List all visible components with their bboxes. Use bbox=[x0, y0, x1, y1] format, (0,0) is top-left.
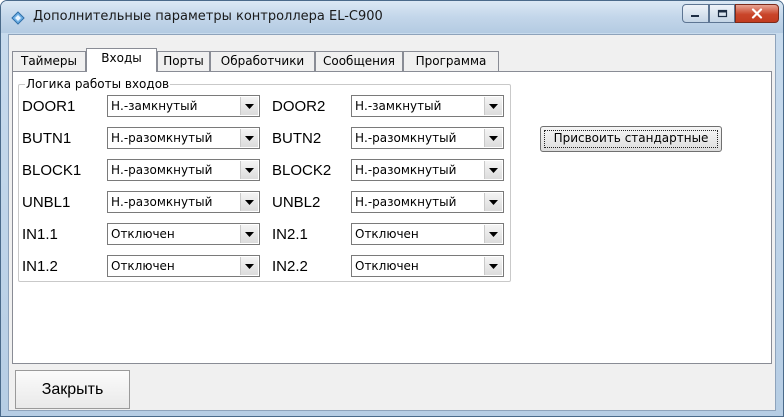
input-label: IN2.2 bbox=[272, 258, 308, 275]
dropdown-arrow-icon[interactable] bbox=[240, 129, 258, 147]
window-title: Дополнительные параметры контроллера EL-… bbox=[33, 9, 383, 24]
input-mode-select[interactable]: Н.-замкнутый bbox=[351, 95, 504, 117]
dropdown-arrow-icon[interactable] bbox=[240, 193, 258, 211]
app-icon bbox=[11, 11, 25, 25]
dropdown-arrow-icon[interactable] bbox=[240, 225, 258, 243]
select-value: Н.-разомкнутый bbox=[355, 131, 457, 145]
input-label: UNBL1 bbox=[22, 194, 71, 211]
select-value: Отключен bbox=[111, 227, 175, 241]
input-mode-select[interactable]: Отключен bbox=[351, 255, 504, 277]
input-label: DOOR2 bbox=[272, 98, 326, 115]
tab-panel-inputs: Логика работы входов DOOR1 Н.-замкнутый … bbox=[12, 71, 772, 364]
input-label: UNBL2 bbox=[272, 194, 321, 211]
maximize-button[interactable] bbox=[709, 4, 735, 23]
input-label: BLOCK1 bbox=[22, 162, 82, 179]
input-label: BUTN1 bbox=[22, 130, 72, 147]
tab-ports[interactable]: Порты bbox=[157, 51, 210, 71]
input-mode-select[interactable]: Н.-разомкнутый bbox=[351, 159, 504, 181]
select-value: Отключен bbox=[355, 227, 419, 241]
focus-rect bbox=[544, 130, 718, 148]
minimize-icon bbox=[691, 14, 699, 17]
close-window-button[interactable] bbox=[735, 4, 779, 23]
select-value: Отключен bbox=[111, 259, 175, 273]
select-value: Н.-разомкнутый bbox=[355, 195, 457, 209]
input-mode-select[interactable]: Отключен bbox=[351, 223, 504, 245]
input-mode-select[interactable]: Н.-разомкнутый bbox=[107, 191, 260, 213]
dropdown-arrow-icon[interactable] bbox=[484, 97, 502, 115]
dropdown-arrow-icon[interactable] bbox=[240, 161, 258, 179]
select-value: Н.-замкнутый bbox=[111, 99, 198, 113]
tab-program[interactable]: Программа bbox=[403, 51, 499, 71]
dropdown-arrow-icon[interactable] bbox=[484, 193, 502, 211]
input-label: DOOR1 bbox=[22, 98, 76, 115]
input-mode-select[interactable]: Н.-разомкнутый bbox=[351, 127, 504, 149]
tab-timers[interactable]: Таймеры bbox=[12, 51, 86, 71]
input-label: IN1.1 bbox=[22, 226, 58, 243]
dropdown-arrow-icon[interactable] bbox=[484, 257, 502, 275]
input-label: IN1.2 bbox=[22, 258, 58, 275]
close-icon bbox=[751, 8, 763, 19]
maximize-icon bbox=[717, 9, 727, 18]
input-label: IN2.1 bbox=[272, 226, 308, 243]
dropdown-arrow-icon[interactable] bbox=[484, 225, 502, 243]
dropdown-arrow-icon[interactable] bbox=[240, 257, 258, 275]
input-mode-select[interactable]: Н.-разомкнутый bbox=[107, 127, 260, 149]
minimize-button[interactable] bbox=[682, 4, 709, 23]
select-value: Н.-разомкнутый bbox=[355, 163, 457, 177]
tab-messages[interactable]: Сообщения bbox=[315, 51, 403, 71]
input-mode-select[interactable]: Н.-разомкнутый bbox=[351, 191, 504, 213]
input-mode-select[interactable]: Отключен bbox=[107, 223, 260, 245]
dropdown-arrow-icon[interactable] bbox=[484, 161, 502, 179]
select-value: Н.-разомкнутый bbox=[111, 195, 213, 209]
select-value: Н.-разомкнутый bbox=[111, 131, 213, 145]
select-value: Н.-разомкнутый bbox=[111, 163, 213, 177]
select-value: Н.-замкнутый bbox=[355, 99, 442, 113]
dialog-client-area: Таймеры Входы Порты Обработчики Сообщени… bbox=[8, 34, 776, 411]
group-title: Логика работы входов bbox=[25, 77, 171, 91]
select-value: Отключен bbox=[355, 259, 419, 273]
input-mode-select[interactable]: Н.-замкнутый bbox=[107, 95, 260, 117]
input-label: BUTN2 bbox=[272, 130, 322, 147]
input-logic-group: Логика работы входов DOOR1 Н.-замкнутый … bbox=[18, 77, 511, 282]
close-button[interactable]: Закрыть bbox=[15, 370, 130, 409]
assign-default-button[interactable]: Присвоить стандартные bbox=[540, 126, 722, 152]
dropdown-arrow-icon[interactable] bbox=[484, 129, 502, 147]
input-mode-select[interactable]: Н.-разомкнутый bbox=[107, 159, 260, 181]
tab-inputs[interactable]: Входы bbox=[86, 48, 157, 72]
dialog-window: Дополнительные параметры контроллера EL-… bbox=[0, 0, 784, 417]
title-bar[interactable]: Дополнительные параметры контроллера EL-… bbox=[1, 1, 783, 33]
dropdown-arrow-icon[interactable] bbox=[240, 97, 258, 115]
input-label: BLOCK2 bbox=[272, 162, 332, 179]
tab-handlers[interactable]: Обработчики bbox=[210, 51, 315, 71]
input-mode-select[interactable]: Отключен bbox=[107, 255, 260, 277]
